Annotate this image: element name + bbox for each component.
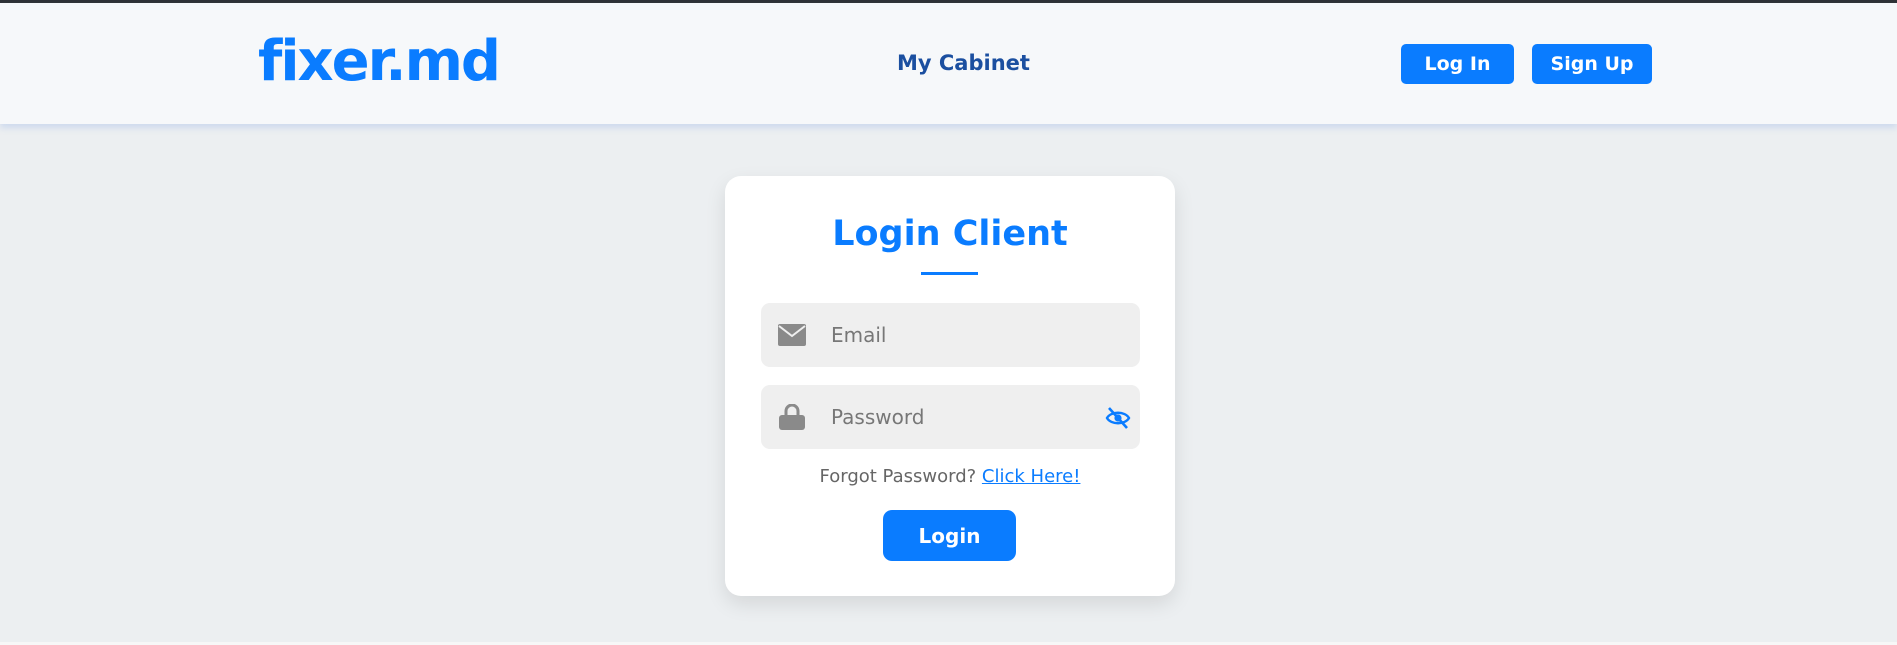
email-input[interactable] (831, 303, 1091, 367)
forgot-password-link[interactable]: Click Here! (982, 466, 1081, 487)
password-input[interactable] (831, 385, 1091, 449)
title-underline (921, 272, 978, 275)
email-field[interactable] (761, 303, 1140, 367)
site-header: fixer.md My Cabinet Log In Sign Up (0, 3, 1897, 124)
site-logo[interactable]: fixer.md (258, 27, 501, 97)
envelope-icon (778, 321, 806, 349)
forgot-password-row: Forgot Password? Click Here! (725, 466, 1175, 487)
eye-slash-icon[interactable] (1105, 405, 1131, 431)
login-card: Login Client Forgot Password? (725, 176, 1175, 596)
password-field[interactable] (761, 385, 1140, 449)
nav-my-cabinet[interactable]: My Cabinet (897, 51, 1030, 75)
header-login-button[interactable]: Log In (1401, 44, 1514, 84)
login-submit-button[interactable]: Login (883, 510, 1016, 561)
header-signup-button[interactable]: Sign Up (1532, 44, 1652, 84)
forgot-password-text: Forgot Password? (819, 466, 977, 487)
lock-icon (778, 403, 806, 431)
login-title: Login Client (832, 214, 1068, 254)
